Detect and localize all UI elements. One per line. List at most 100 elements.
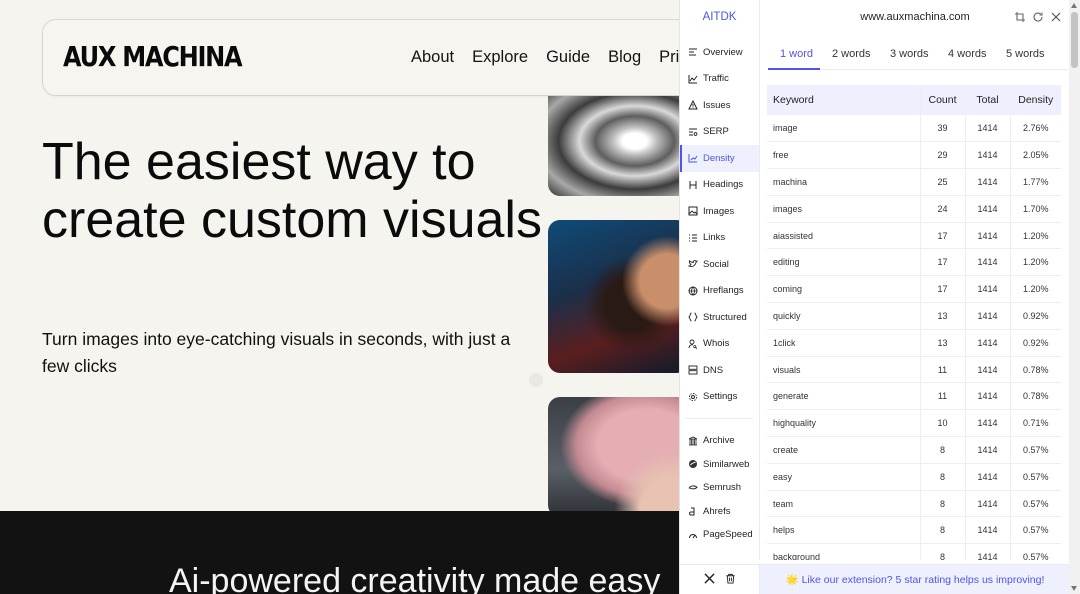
count-cell: 17	[919, 275, 965, 304]
sidebar-link-ahrefs[interactable]: Ahrefs	[680, 500, 759, 524]
sidebar-item-structured[interactable]: Structured	[680, 304, 759, 331]
sidebar-item-headings[interactable]: Headings	[680, 172, 759, 199]
tab-3-words[interactable]: 3 words	[878, 44, 936, 70]
table-row: editing 17 1414 1.20%	[767, 248, 1061, 277]
nav-link-explore[interactable]: Explore	[472, 48, 528, 67]
total-cell: 1414	[964, 382, 1010, 411]
tab-1-word[interactable]: 1 word	[768, 44, 820, 70]
total-cell: 1414	[964, 516, 1010, 545]
refresh-icon[interactable]	[1032, 10, 1044, 22]
table-row: generate 11 1414 0.78%	[767, 382, 1061, 411]
density-cell: 0.57%	[1009, 516, 1061, 545]
sidebar-item-label: Whois	[703, 338, 730, 350]
links-icon	[689, 234, 697, 242]
overview-icon	[689, 48, 697, 56]
column-header-keyword[interactable]: Keyword	[767, 85, 920, 115]
total-cell: 1414	[964, 409, 1010, 438]
keyword-cell: team	[767, 490, 920, 518]
total-cell: 1414	[964, 463, 1010, 491]
tab-4-words[interactable]: 4 words	[936, 44, 994, 70]
total-cell: 1414	[964, 115, 1010, 143]
sidebar-item-label: Headings	[703, 179, 744, 191]
page-scrollbar[interactable]	[1069, 0, 1080, 594]
site-logo[interactable]: AUX MACHINA	[63, 40, 243, 73]
scroll-up-arrow-icon[interactable]	[1071, 3, 1077, 8]
sidebar-item-whois[interactable]: Whois	[680, 331, 759, 358]
hero-subtitle: Turn images into eye-catching visuals in…	[42, 329, 511, 376]
keyword-cell: background	[767, 543, 920, 560]
sidebar-item-hreflangs[interactable]: Hreflangs	[680, 278, 759, 305]
column-header-density[interactable]: Density	[1009, 85, 1061, 115]
semrush-icon	[688, 485, 698, 490]
sidebar-item-label: Overview	[703, 46, 743, 58]
sidebar-item-label: Traffic	[703, 73, 729, 85]
table-row: helps 8 1414 0.57%	[767, 516, 1061, 545]
rating-prompt[interactable]: 🌟 Like our extension? 5 star rating help…	[760, 565, 1070, 594]
table-row: coming 17 1414 1.20%	[767, 275, 1061, 304]
keyword-cell: 1click	[767, 329, 920, 357]
carousel-dot[interactable]	[529, 373, 543, 387]
sidebar-item-traffic[interactable]: Traffic	[680, 66, 759, 93]
sidebar-item-issues[interactable]: Issues	[680, 92, 759, 119]
total-cell: 1414	[964, 195, 1010, 223]
website-viewport: AUX MACHINA About Explore Guide Blog Pri…	[0, 0, 680, 594]
tab-5-words[interactable]: 5 words	[994, 44, 1058, 70]
sidebar-item-serp[interactable]: SERP	[680, 119, 759, 146]
keyword-cell: helps	[767, 516, 920, 545]
table-row: highquality 10 1414 0.71%	[767, 409, 1061, 438]
count-cell: 8	[919, 516, 965, 545]
total-cell: 1414	[964, 543, 1010, 560]
nav-link-guide[interactable]: Guide	[546, 48, 590, 67]
gallery-image-tunnel	[548, 96, 680, 196]
sidebar-item-dns[interactable]: DNS	[680, 357, 759, 384]
tab-2-words[interactable]: 2 words	[820, 44, 878, 70]
globe-icon	[688, 286, 698, 296]
sidebar-item-label: Archive	[703, 435, 735, 447]
sidebar-item-settings[interactable]: Settings	[680, 384, 759, 411]
count-cell: 24	[919, 195, 965, 223]
nav-link-blog[interactable]: Blog	[608, 48, 641, 67]
crop-icon[interactable]	[1014, 10, 1026, 22]
density-cell: 2.76%	[1009, 115, 1061, 143]
sidebar-link-archive[interactable]: Archive	[680, 429, 759, 453]
sidebar-item-label: Density	[703, 152, 735, 164]
sidebar-item-density[interactable]: Density	[680, 145, 759, 172]
sidebar-link-semrush[interactable]: Semrush	[680, 476, 759, 500]
nav-link-pricing[interactable]: Pricin	[659, 48, 680, 67]
density-cell: 0.92%	[1009, 329, 1061, 357]
column-header-count[interactable]: Count	[919, 85, 965, 115]
density-cell: 0.71%	[1009, 409, 1061, 438]
density-cell: 0.57%	[1009, 490, 1061, 518]
sidebar-item-social[interactable]: Social	[680, 251, 759, 278]
density-cell: 0.92%	[1009, 302, 1061, 330]
sidebar-item-label: Links	[703, 232, 726, 244]
total-cell: 1414	[964, 302, 1010, 330]
sidebar-item-overview[interactable]: Overview	[680, 39, 759, 66]
column-header-total[interactable]: Total	[964, 85, 1010, 115]
scrollbar-thumb[interactable]	[1071, 12, 1078, 68]
density-cell: 0.57%	[1009, 463, 1061, 491]
sidebar-link-similarweb[interactable]: Similarweb	[680, 453, 759, 477]
keyword-cell: easy	[767, 463, 920, 491]
sidebar-item-links[interactable]: Links	[680, 225, 759, 252]
ahrefs-icon	[688, 507, 695, 516]
x-logo-icon[interactable]	[703, 571, 715, 589]
keyword-cell: editing	[767, 248, 920, 277]
density-cell: 0.57%	[1009, 436, 1061, 464]
count-cell: 11	[919, 382, 965, 411]
close-icon[interactable]	[1050, 10, 1062, 22]
extension-brand[interactable]: AITDK	[680, 0, 760, 34]
table-header: Keyword Count Total Density	[767, 85, 1061, 115]
total-cell: 1414	[964, 356, 1010, 384]
scroll-down-arrow-icon[interactable]	[1071, 586, 1077, 591]
trash-icon[interactable]	[725, 571, 736, 589]
density-cell: 1.70%	[1009, 195, 1061, 223]
sidebar-item-images[interactable]: Images	[680, 198, 759, 225]
total-cell: 1414	[964, 436, 1010, 464]
keyword-cell: aiassisted	[767, 222, 920, 250]
count-cell: 17	[919, 222, 965, 250]
nav-link-about[interactable]: About	[411, 48, 454, 67]
hero-title: The easiest way to create custom visuals	[42, 133, 542, 249]
keyword-cell: generate	[767, 382, 920, 411]
sidebar-link-pagespeed[interactable]: PageSpeed	[680, 523, 759, 547]
